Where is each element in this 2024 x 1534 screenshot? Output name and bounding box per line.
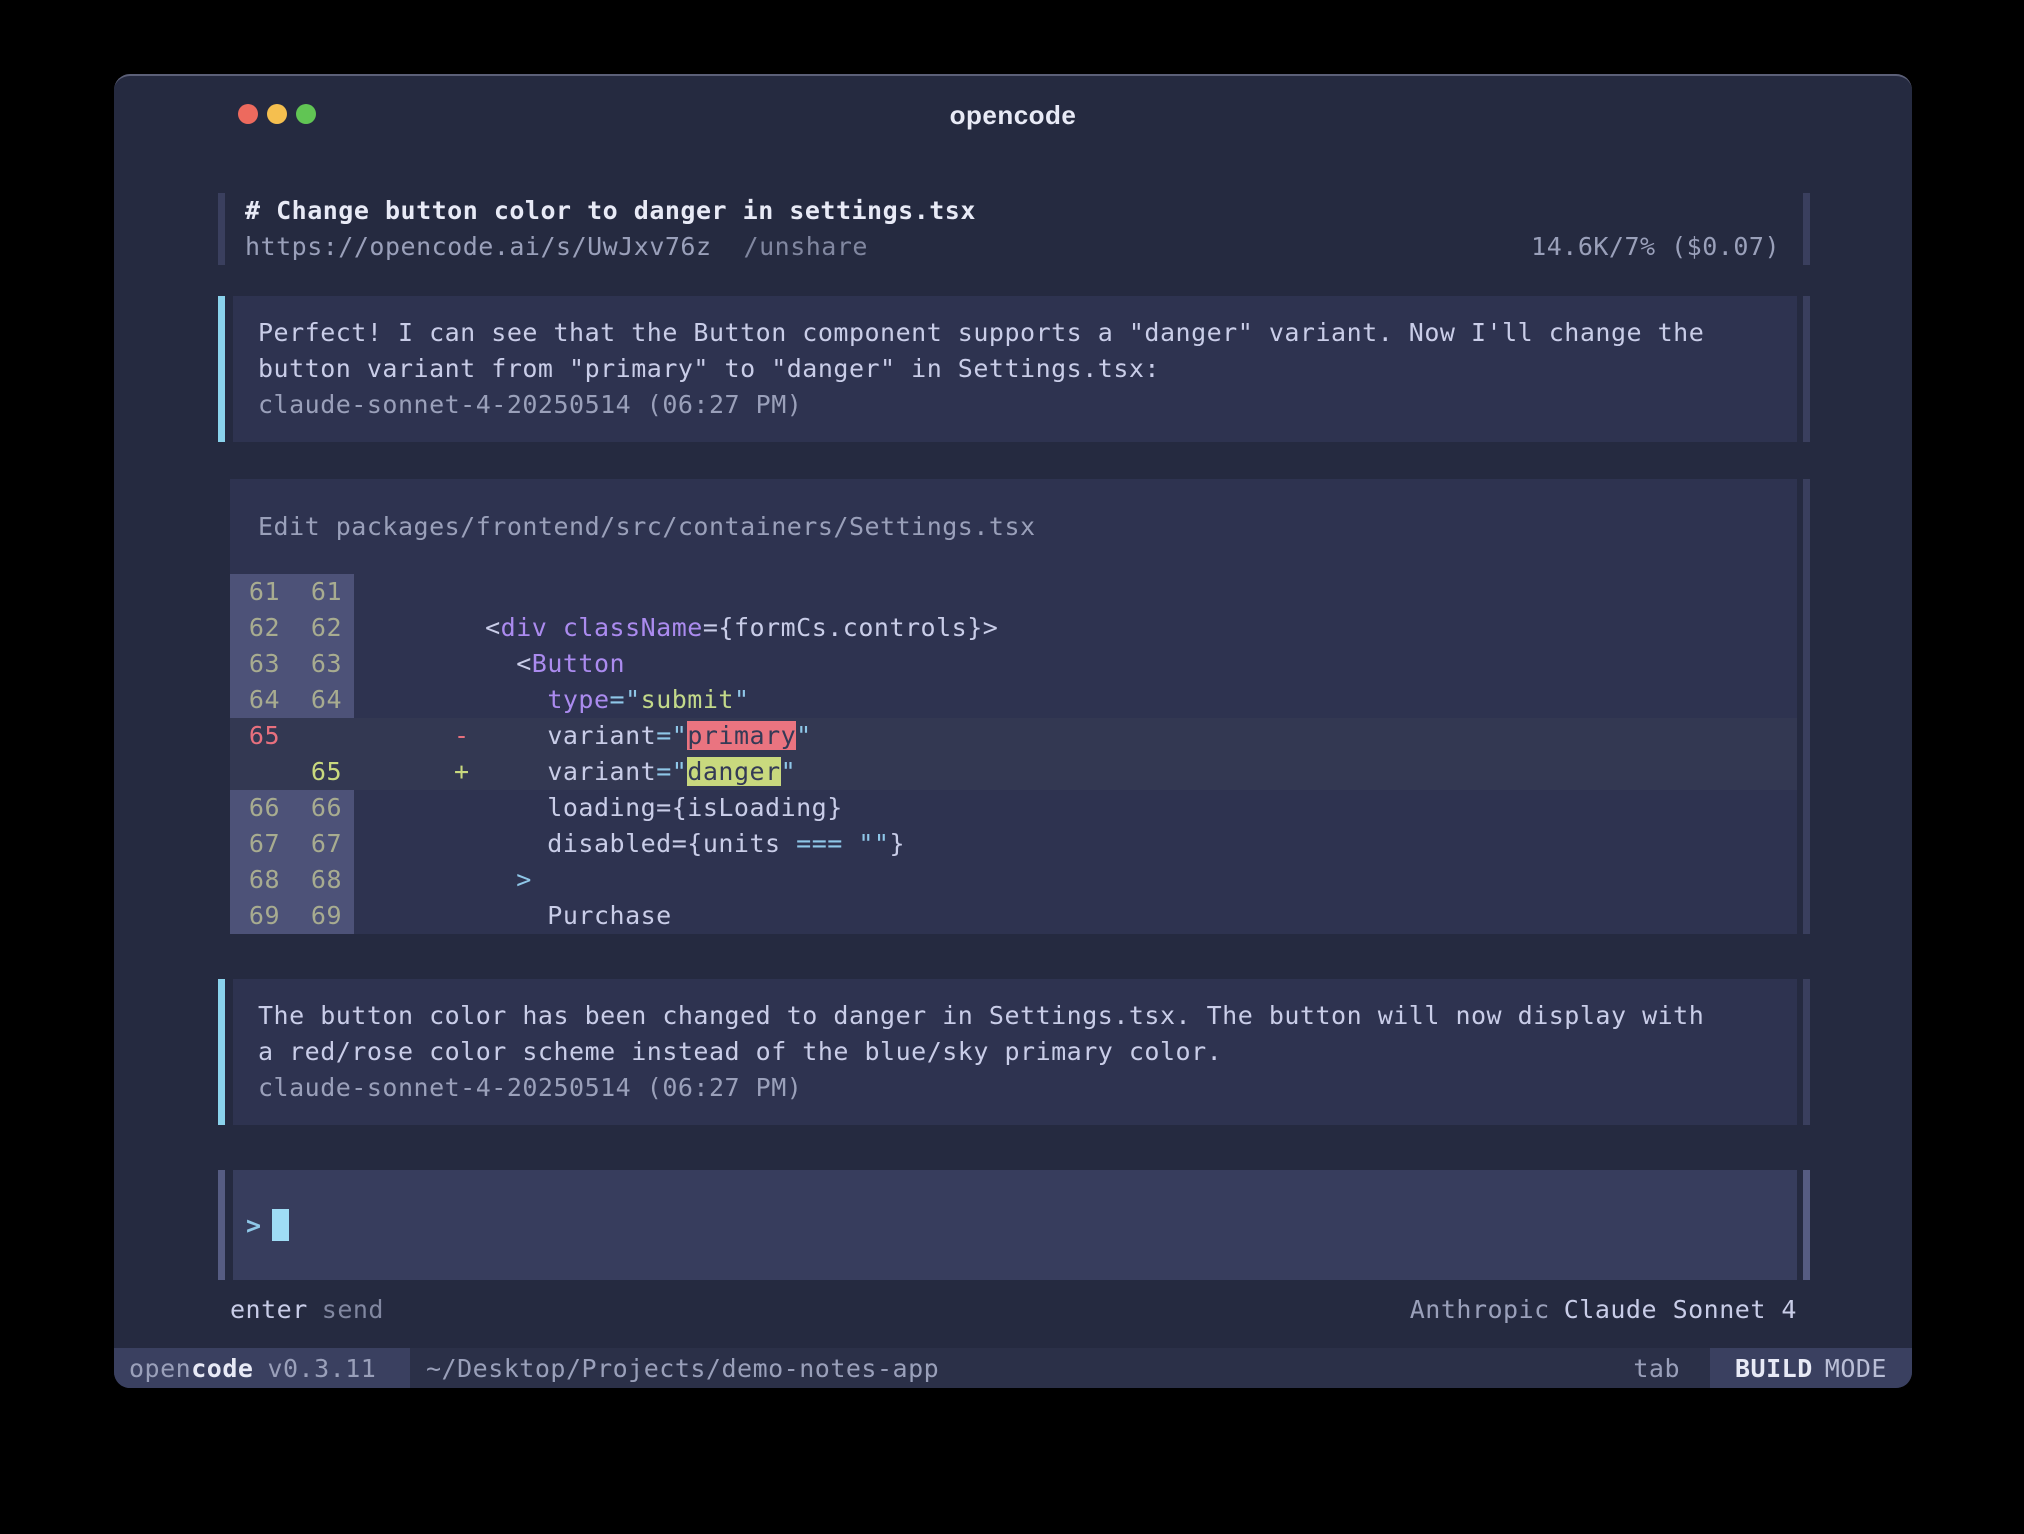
diff-row: 6262 <div className={formCs.controls}> xyxy=(230,610,1797,646)
opencode-window: opencode # Change button color to danger… xyxy=(114,74,1912,1388)
diff-row: 6868 > xyxy=(230,862,1797,898)
status-bar: opencode v0.3.11 ~/Desktop/Projects/demo-… xyxy=(114,1348,1912,1388)
old-line-number: 64 xyxy=(230,682,292,718)
app-version-chip: opencode v0.3.11 xyxy=(114,1348,410,1388)
message-text: Perfect! I can see that the Button compo… xyxy=(258,315,1767,387)
old-line-number: 69 xyxy=(230,898,292,934)
message-accent-bar xyxy=(218,979,225,1125)
prompt-input[interactable]: > xyxy=(233,1170,1797,1280)
diff-row: 6464 type="submit" xyxy=(230,682,1797,718)
message-text: The button color has been changed to dan… xyxy=(258,998,1767,1070)
session-title: # Change button color to danger in setti… xyxy=(245,193,976,229)
new-line-number: 64 xyxy=(292,682,354,718)
prompt-input-panel[interactable]: > xyxy=(114,1170,1912,1280)
text-cursor xyxy=(272,1209,289,1241)
old-line-number: 66 xyxy=(230,790,292,826)
new-line-number: 69 xyxy=(292,898,354,934)
right-border-bar xyxy=(1803,979,1810,1125)
send-action-label: send xyxy=(322,1295,384,1324)
message-accent-bar xyxy=(218,296,225,442)
old-line-number: 61 xyxy=(230,574,292,610)
input-accent-bar xyxy=(218,1170,225,1280)
code-line: <Button xyxy=(454,646,625,682)
new-line-number: 67 xyxy=(292,826,354,862)
code-line: disabled={units === ""} xyxy=(454,826,905,862)
right-border-bar xyxy=(1803,296,1810,442)
old-line-number: 65 xyxy=(230,718,292,754)
share-header: # Change button color to danger in setti… xyxy=(114,193,1912,265)
window-title: opencode xyxy=(114,100,1912,131)
mode-suffix: MODE xyxy=(1825,1354,1887,1383)
diff-rows: 61616262 <div className={formCs.controls… xyxy=(230,574,1797,934)
unshare-command[interactable]: /unshare xyxy=(744,232,868,261)
input-accent-bar xyxy=(1803,1170,1810,1280)
old-line-number xyxy=(230,754,292,790)
new-line-number: 65 xyxy=(292,754,354,790)
new-line-number: 62 xyxy=(292,610,354,646)
token-usage-stats: 14.6K/7% ($0.07) xyxy=(1531,229,1780,265)
model-timestamp: claude-sonnet-4-20250514 (06:27 PM) xyxy=(258,1070,1767,1106)
new-line-number xyxy=(292,718,354,754)
diff-row: 6363 <Button xyxy=(230,646,1797,682)
app-name-bold: code xyxy=(191,1354,253,1383)
assistant-message: Perfect! I can see that the Button compo… xyxy=(114,296,1912,442)
new-line-number: 61 xyxy=(292,574,354,610)
diff-row: 6161 xyxy=(230,574,1797,610)
diff-panel: Edit packages/frontend/src/containers/Se… xyxy=(114,479,1912,934)
footer-hints: enter send Anthropic Claude Sonnet 4 xyxy=(114,1292,1912,1328)
tab-key-hint: tab xyxy=(1633,1348,1680,1388)
old-line-number: 62 xyxy=(230,610,292,646)
code-line: <div className={formCs.controls}> xyxy=(454,610,998,646)
diff-row: 65 - variant="primary" xyxy=(230,718,1797,754)
app-version: v0.3.11 xyxy=(267,1354,376,1383)
code-line: - variant="primary" xyxy=(454,718,812,754)
code-line: loading={isLoading} xyxy=(454,790,843,826)
working-directory: ~/Desktop/Projects/demo-notes-app xyxy=(426,1348,939,1388)
old-line-number: 68 xyxy=(230,862,292,898)
code-line: > xyxy=(454,862,532,898)
right-border-bar xyxy=(1803,479,1810,934)
share-url-link[interactable]: https://opencode.ai/s/UwJxv76z xyxy=(245,232,712,261)
code-line: + variant="danger" xyxy=(454,754,796,790)
enter-key-hint: enter xyxy=(230,1295,308,1324)
new-line-number: 68 xyxy=(292,862,354,898)
diff-row: 6767 disabled={units === ""} xyxy=(230,826,1797,862)
old-line-number: 67 xyxy=(230,826,292,862)
diff-file-header: Edit packages/frontend/src/containers/Se… xyxy=(230,479,1797,574)
diff-row: 6666 loading={isLoading} xyxy=(230,790,1797,826)
prompt-symbol: > xyxy=(246,1211,262,1240)
window-titlebar: opencode xyxy=(114,76,1912,136)
right-border-bar xyxy=(1803,193,1810,265)
build-mode-toggle[interactable]: BUILD MODE xyxy=(1710,1348,1912,1388)
model-label: Claude Sonnet 4 xyxy=(1564,1295,1797,1324)
app-name-normal: open xyxy=(129,1354,191,1383)
provider-label: Anthropic xyxy=(1410,1295,1550,1324)
left-border-bar xyxy=(218,193,225,265)
diff-row: 6969 Purchase xyxy=(230,898,1797,934)
model-timestamp: claude-sonnet-4-20250514 (06:27 PM) xyxy=(258,387,1767,423)
code-line: type="submit" xyxy=(454,682,750,718)
mode-name: BUILD xyxy=(1735,1354,1813,1383)
new-line-number: 63 xyxy=(292,646,354,682)
diff-row: 65 + variant="danger" xyxy=(230,754,1797,790)
code-line: Purchase xyxy=(454,898,672,934)
new-line-number: 66 xyxy=(292,790,354,826)
old-line-number: 63 xyxy=(230,646,292,682)
assistant-message: The button color has been changed to dan… xyxy=(114,979,1912,1125)
